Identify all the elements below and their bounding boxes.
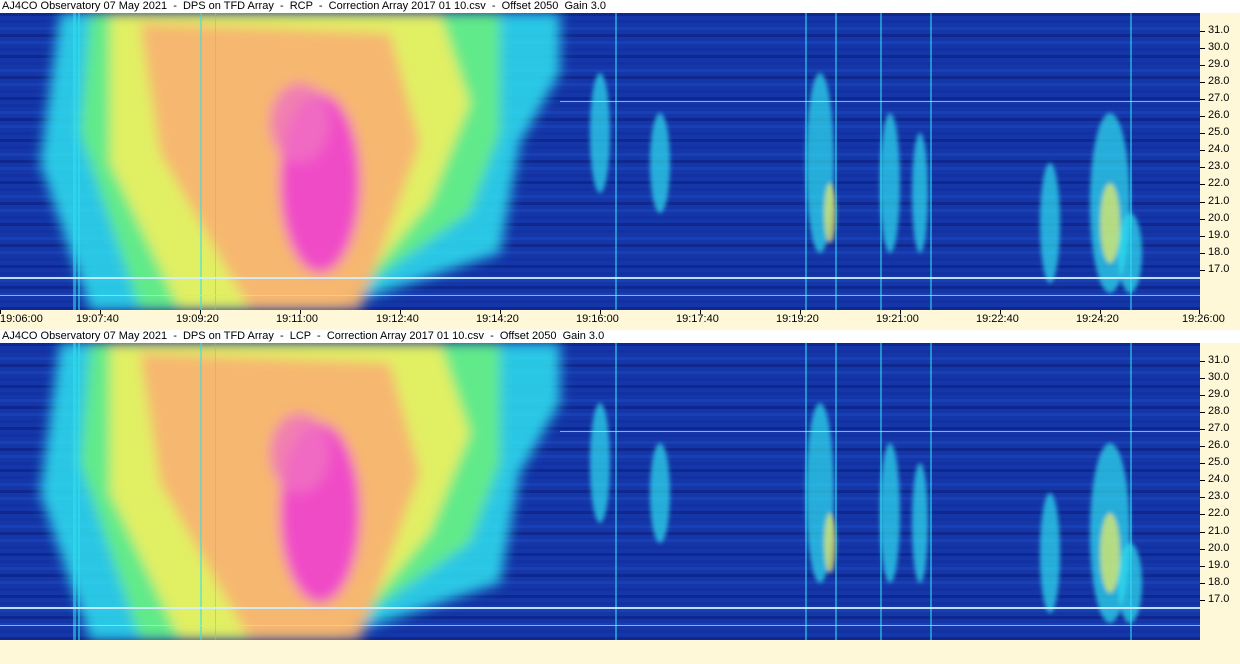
frequency-tick-mark xyxy=(1200,269,1205,271)
time-tick-label: 19:16:00 xyxy=(576,313,619,325)
frequency-tick-mark xyxy=(1200,412,1205,414)
frequency-tick-label: 27.0 xyxy=(1208,422,1230,435)
time-tick-label: 19:06:00 xyxy=(0,313,43,325)
time-tick-label: 19:11:00 xyxy=(276,313,319,325)
spectrogram-panel-rcp: AJ4CO Observatory 07 May 2021 - DPS on T… xyxy=(0,0,1240,330)
time-axis-blank xyxy=(0,640,1240,664)
time-axis: 19:06:00 19:07:40 19:09:20 19:11:00 19:12:40… xyxy=(0,310,1240,330)
frequency-tick-label: 17.0 xyxy=(1208,592,1230,605)
frequency-tick-mark xyxy=(1200,65,1205,67)
frequency-tick-label: 28.0 xyxy=(1208,75,1230,88)
frequency-tick-label: 22.0 xyxy=(1208,177,1230,190)
frequency-tick-label: 23.0 xyxy=(1208,490,1230,503)
frequency-tick-mark xyxy=(1200,361,1205,362)
frequency-tick-label: 19.0 xyxy=(1208,228,1230,241)
time-tick-mark xyxy=(900,310,901,314)
time-tick-mark xyxy=(200,310,201,314)
frequency-tick-mark xyxy=(1200,150,1205,152)
spectrogram-image xyxy=(0,13,1200,310)
frequency-tick-label: 17.0 xyxy=(1208,262,1230,275)
frequency-tick-label: 23.0 xyxy=(1208,160,1230,173)
time-tick-label: 19:19:20 xyxy=(776,313,819,325)
time-tick-label: 19:09:20 xyxy=(176,313,219,325)
time-tick-mark xyxy=(100,310,101,314)
frequency-tick-label: 18.0 xyxy=(1208,575,1230,588)
time-tick-mark xyxy=(300,310,301,314)
time-tick-label: 19:17:40 xyxy=(676,313,719,325)
frequency-tick-label: 29.0 xyxy=(1208,388,1230,401)
frequency-tick-mark xyxy=(1200,565,1205,567)
frequency-tick-mark xyxy=(1200,48,1205,50)
time-tick-label: 19:22:40 xyxy=(976,313,1019,325)
frequency-tick-mark xyxy=(1200,116,1205,118)
time-tick-mark xyxy=(500,310,501,314)
time-tick-mark xyxy=(600,310,601,314)
frequency-tick-mark xyxy=(1200,133,1205,135)
spectrogram-image xyxy=(0,343,1200,640)
frequency-tick-mark xyxy=(1200,514,1205,516)
frequency-tick-mark xyxy=(1200,201,1205,203)
frequency-tick-mark xyxy=(1200,82,1205,84)
frequency-tick-mark xyxy=(1200,548,1205,550)
frequency-tick-label: 27.0 xyxy=(1208,92,1230,105)
frequency-tick-mark xyxy=(1200,599,1205,601)
frequency-tick-mark xyxy=(1200,218,1205,220)
frequency-tick-label: 25.0 xyxy=(1208,456,1230,469)
frequency-tick-mark xyxy=(1200,252,1205,254)
time-tick-mark xyxy=(400,310,401,314)
frequency-tick-mark xyxy=(1200,446,1205,448)
time-tick-label: 19:07:40 xyxy=(76,313,119,325)
frequency-tick-label: 19.0 xyxy=(1208,558,1230,571)
spectrogram-panel-lcp: AJ4CO Observatory 07 May 2021 - DPS on T… xyxy=(0,330,1240,664)
time-tick-label: 19:21:00 xyxy=(876,313,919,325)
frequency-tick-label: 30.0 xyxy=(1208,41,1230,54)
panel-title: AJ4CO Observatory 07 May 2021 - DPS on T… xyxy=(0,0,1240,13)
frequency-tick-mark xyxy=(1200,463,1205,465)
frequency-tick-label: 18.0 xyxy=(1208,245,1230,258)
spectrogram-svg xyxy=(0,343,1200,640)
panel-title: AJ4CO Observatory 07 May 2021 - DPS on T… xyxy=(0,330,1240,343)
frequency-tick-label: 24.0 xyxy=(1208,143,1230,156)
frequency-tick-label: 28.0 xyxy=(1208,405,1230,418)
time-tick-mark xyxy=(1199,310,1200,314)
frequency-tick-label: 26.0 xyxy=(1208,109,1230,122)
frequency-tick-label: 31.0 xyxy=(1208,24,1230,36)
frequency-tick-label: 26.0 xyxy=(1208,439,1230,452)
frequency-tick-mark xyxy=(1200,582,1205,584)
frequency-tick-mark xyxy=(1200,99,1205,101)
frequency-tick-label: 20.0 xyxy=(1208,211,1230,224)
time-tick-mark xyxy=(0,310,1,314)
time-tick-label: 19:14:20 xyxy=(476,313,519,325)
frequency-tick-label: 20.0 xyxy=(1208,541,1230,554)
frequency-tick-mark xyxy=(1200,480,1205,482)
frequency-tick-mark xyxy=(1200,235,1205,237)
frequency-tick-mark xyxy=(1200,531,1205,533)
frequency-tick-label: 22.0 xyxy=(1208,507,1230,520)
frequency-tick-mark xyxy=(1200,167,1205,169)
frequency-tick-mark xyxy=(1200,497,1205,499)
frequency-tick-label: 30.0 xyxy=(1208,371,1230,384)
time-tick-mark xyxy=(800,310,801,314)
spectrogram-svg xyxy=(0,13,1200,310)
frequency-tick-label: 21.0 xyxy=(1208,524,1230,537)
frequency-tick-label: 24.0 xyxy=(1208,473,1230,486)
frequency-tick-mark xyxy=(1200,395,1205,397)
time-tick-label: 19:12:40 xyxy=(376,313,419,325)
frequency-tick-label: 29.0 xyxy=(1208,58,1230,71)
time-tick-label: 19:26:00 xyxy=(1182,313,1225,325)
time-tick-mark xyxy=(1100,310,1101,314)
frequency-tick-mark xyxy=(1200,184,1205,186)
time-tick-label: 19:24:20 xyxy=(1076,313,1119,325)
time-tick-mark xyxy=(700,310,701,314)
time-tick-mark xyxy=(1000,310,1001,314)
frequency-tick-label: 31.0 xyxy=(1208,354,1230,366)
frequency-tick-label: 25.0 xyxy=(1208,126,1230,139)
frequency-tick-mark xyxy=(1200,31,1205,32)
frequency-tick-label: 21.0 xyxy=(1208,194,1230,207)
frequency-tick-mark xyxy=(1200,429,1205,431)
frequency-tick-mark xyxy=(1200,378,1205,380)
